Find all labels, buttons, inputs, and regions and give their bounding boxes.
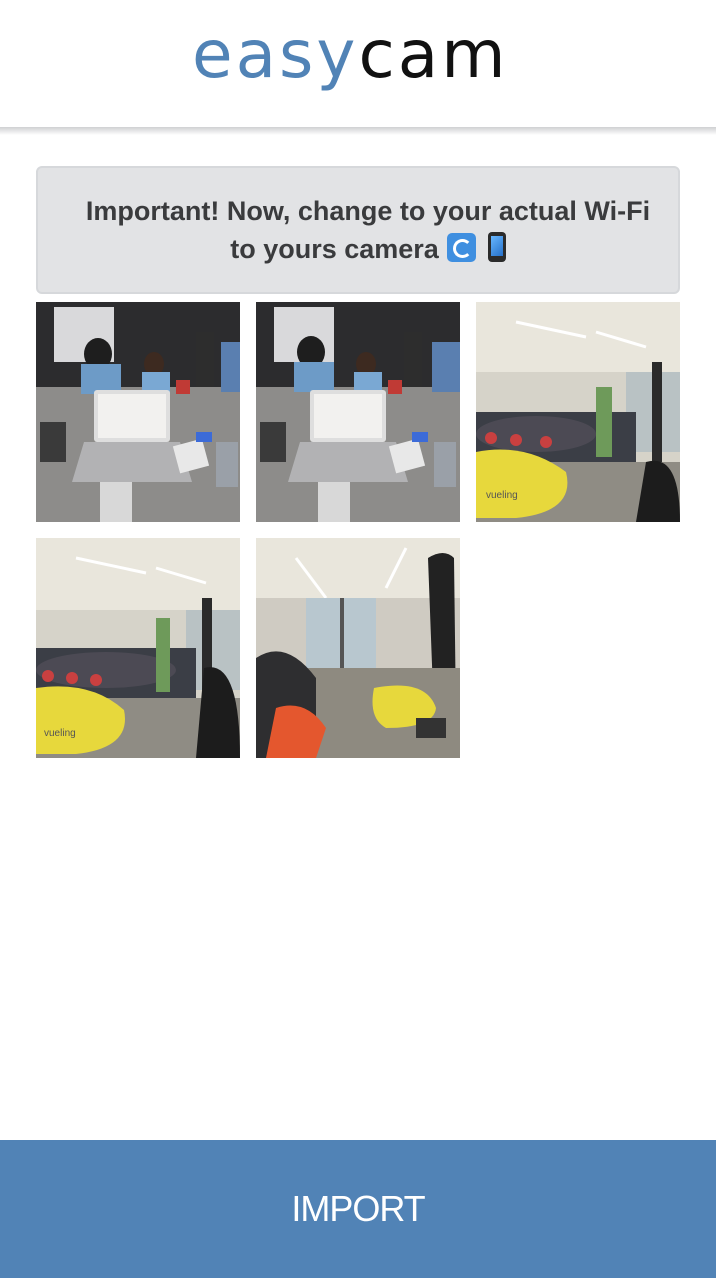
- photo-desk-laptop-image: [256, 302, 460, 522]
- beanbag-brand-text: vueling: [486, 490, 518, 501]
- notice-message: Important! Now, change to your actual Wi…: [78, 192, 658, 268]
- app-header: easy cam: [0, 0, 716, 128]
- logo-part-easy: easy: [192, 16, 359, 93]
- wifi-notice-alert: Important! Now, change to your actual Wi…: [36, 166, 680, 294]
- photo-thumbnail-4[interactable]: vueling: [36, 538, 240, 758]
- photo-thumbnail-5[interactable]: [256, 538, 460, 758]
- photo-hall-beanbag-image: vueling: [36, 538, 240, 758]
- notice-text: Important! Now, change to your actual Wi…: [85, 196, 651, 264]
- photo-thumbnail-1[interactable]: [36, 302, 240, 522]
- mobile-phone-icon: [487, 232, 506, 262]
- photo-desk-laptop-image: [36, 302, 240, 522]
- logo-part-cam: cam: [358, 16, 509, 93]
- import-label: IMPORT: [291, 1188, 425, 1229]
- beanbag-brand-text: vueling: [44, 728, 76, 739]
- photo-hall-pillar-image: [256, 538, 460, 758]
- photo-thumbnail-3[interactable]: vueling: [476, 302, 680, 522]
- photo-hall-beanbag-image: vueling: [476, 302, 680, 522]
- header-shadow: [0, 127, 716, 135]
- arrows-cycle-icon: [446, 233, 476, 262]
- import-button[interactable]: IMPORT: [0, 1140, 716, 1278]
- photo-thumbnail-2[interactable]: [256, 302, 460, 522]
- easycam-logo: easy cam: [192, 22, 524, 100]
